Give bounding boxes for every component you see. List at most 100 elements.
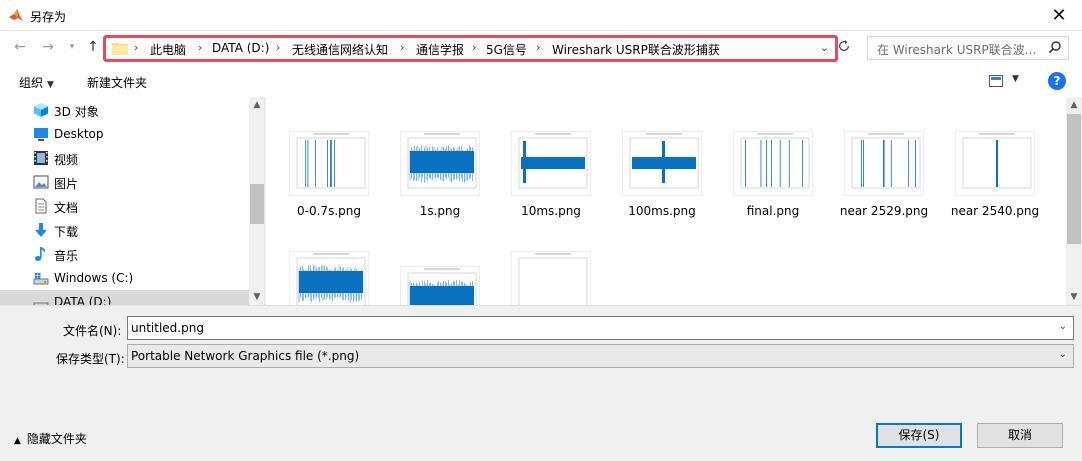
sidebar-item-3d-objects[interactable]: 3D 对象: [0, 98, 249, 122]
search-icon[interactable]: [1048, 40, 1062, 54]
filename-value: untitled.png: [131, 321, 204, 335]
file-name: near 2540.png: [950, 204, 1040, 218]
cancel-button[interactable]: 取消: [977, 423, 1063, 448]
filetype-value: Portable Network Graphics file (*.png): [131, 349, 360, 363]
divider: [0, 305, 1082, 306]
back-arrow-icon[interactable]: ←: [12, 39, 28, 55]
image-thumbnail: [622, 131, 702, 196]
file-item[interactable]: near 2529.png: [834, 131, 934, 251]
music-icon: [35, 247, 46, 261]
breadcrumb-item[interactable]: 5G信号: [486, 41, 527, 58]
scrollbar-thumb[interactable]: [1067, 114, 1081, 244]
sidebar-item-label: 下载: [54, 225, 79, 239]
sidebar-item-documents[interactable]: 文档: [0, 194, 249, 218]
file-name: final.png: [746, 204, 800, 218]
breadcrumb-separator[interactable]: ›: [198, 41, 202, 54]
chevron-down-icon: ▼: [47, 80, 54, 90]
new-folder-button[interactable]: 新建文件夹: [87, 74, 147, 91]
sidebar-item-music[interactable]: 音乐: [0, 242, 249, 266]
help-icon[interactable]: ?: [1048, 72, 1066, 90]
sidebar-item-windows-c[interactable]: Windows (C:): [0, 266, 249, 290]
address-bar[interactable]: › 此电脑 › DATA (D:) › 无线通信网络认知 › 通信学报 › 5G…: [103, 35, 838, 62]
image-thumbnail: [289, 251, 369, 305]
file-item[interactable]: 100ms.png: [612, 131, 712, 251]
image-thumbnail: [955, 131, 1035, 196]
desktop-icon: [34, 128, 48, 141]
chevron-down-icon[interactable]: ⌄: [820, 41, 829, 54]
breadcrumb-item[interactable]: Wireshark USRP联合波形捕获: [552, 41, 720, 58]
file-item[interactable]: 0-0.7s.png: [279, 131, 379, 251]
image-thumbnail: [289, 131, 369, 196]
file-item[interactable]: [390, 266, 490, 305]
breadcrumb-separator[interactable]: ›: [472, 41, 476, 54]
breadcrumb-item[interactable]: DATA (D:): [212, 41, 269, 55]
search-placeholder: 在 Wireshark USRP联合波...: [877, 43, 1037, 57]
sidebar-item-downloads[interactable]: 下载: [0, 218, 249, 242]
content-scrollbar[interactable]: ▲ ▼: [1066, 97, 1082, 305]
sidebar-item-label: 图片: [54, 177, 79, 191]
chevron-down-icon[interactable]: ▼: [249, 289, 264, 305]
file-item[interactable]: near 2540.png: [945, 131, 1045, 251]
chevron-up-icon[interactable]: ▲: [249, 97, 264, 113]
breadcrumb-separator[interactable]: ›: [536, 41, 540, 54]
image-thumbnail: [511, 251, 591, 305]
download-icon: [35, 223, 47, 237]
image-thumbnail: [733, 131, 813, 196]
breadcrumb-item[interactable]: 通信学报: [416, 41, 464, 58]
search-input[interactable]: 在 Wireshark USRP联合波...: [867, 36, 1069, 60]
hide-folders-button[interactable]: ▲ 隐藏文件夹: [14, 430, 87, 447]
filetype-label: 保存类型(T):: [56, 352, 125, 366]
title-bar: 另存为 ✕: [0, 0, 1082, 31]
hide-folders-label: 隐藏文件夹: [26, 432, 87, 446]
pictures-icon: [33, 175, 49, 189]
view-options-icon[interactable]: [989, 75, 1003, 87]
scrollbar-thumb[interactable]: [250, 184, 264, 224]
navigation-pane: 3D 对象 Desktop 视频 图片 文档 下载 音乐 Windows (C:…: [0, 97, 265, 305]
filename-label: 文件名(N):: [63, 324, 122, 338]
chevron-down-icon[interactable]: ⌄: [1059, 349, 1067, 360]
image-thumbnail: [400, 266, 480, 305]
breadcrumb-item[interactable]: 无线通信网络认知: [292, 41, 388, 58]
file-name: 10ms.png: [521, 204, 581, 218]
sidebar-item-label: 视频: [54, 153, 79, 167]
file-name: 100ms.png: [628, 204, 696, 218]
file-item[interactable]: 1s.png: [390, 131, 490, 251]
sidebar-item-desktop[interactable]: Desktop: [0, 122, 249, 146]
chevron-down-icon[interactable]: ⌄: [1059, 321, 1067, 332]
up-arrow-icon[interactable]: ↑: [85, 39, 101, 55]
image-thumbnail: [844, 131, 924, 196]
forward-arrow-icon[interactable]: →: [40, 39, 56, 55]
save-button[interactable]: 保存(S): [876, 423, 962, 448]
chevron-down-icon[interactable]: ▼: [1012, 74, 1019, 84]
breadcrumb-item[interactable]: 此电脑: [150, 41, 186, 58]
file-name: 0-0.7s.png: [297, 204, 361, 218]
video-icon: [34, 151, 48, 165]
refresh-icon[interactable]: [837, 39, 853, 55]
file-name: near 2529.png: [839, 204, 929, 218]
chevron-down-icon[interactable]: ▼: [1066, 289, 1082, 305]
file-item[interactable]: [279, 251, 379, 305]
sidebar-scrollbar[interactable]: ▲ ▼: [249, 97, 264, 305]
breadcrumb-separator[interactable]: ›: [134, 41, 138, 54]
chevron-up-icon[interactable]: ▲: [1066, 97, 1082, 113]
chevron-down-icon[interactable]: ▾: [64, 39, 80, 55]
sidebar-item-label: Windows (C:): [54, 271, 134, 285]
close-button[interactable]: ✕: [1036, 0, 1082, 31]
breadcrumb-separator[interactable]: ›: [276, 41, 280, 54]
organize-menu[interactable]: 组织 ▼: [19, 74, 54, 91]
image-thumbnail: [511, 131, 591, 196]
filename-input[interactable]: untitled.png ⌄: [127, 316, 1074, 340]
sidebar-item-data-d[interactable]: DATA (D:): [0, 290, 249, 305]
file-item[interactable]: 10ms.png: [501, 131, 601, 251]
drive-icon: [33, 273, 49, 285]
breadcrumb-separator[interactable]: ›: [400, 41, 404, 54]
command-bar: 组织 ▼ 新建文件夹 ▼ ?: [0, 65, 1082, 97]
window-title: 另存为: [30, 10, 67, 24]
file-item[interactable]: final.png: [723, 131, 823, 251]
file-item[interactable]: [501, 251, 601, 305]
sidebar-item-videos[interactable]: 视频: [0, 146, 249, 170]
filetype-select[interactable]: Portable Network Graphics file (*.png) ⌄: [127, 344, 1074, 368]
file-name: 1s.png: [419, 204, 461, 218]
sidebar-item-pictures[interactable]: 图片: [0, 170, 249, 194]
sidebar-item-label: 3D 对象: [54, 105, 99, 119]
